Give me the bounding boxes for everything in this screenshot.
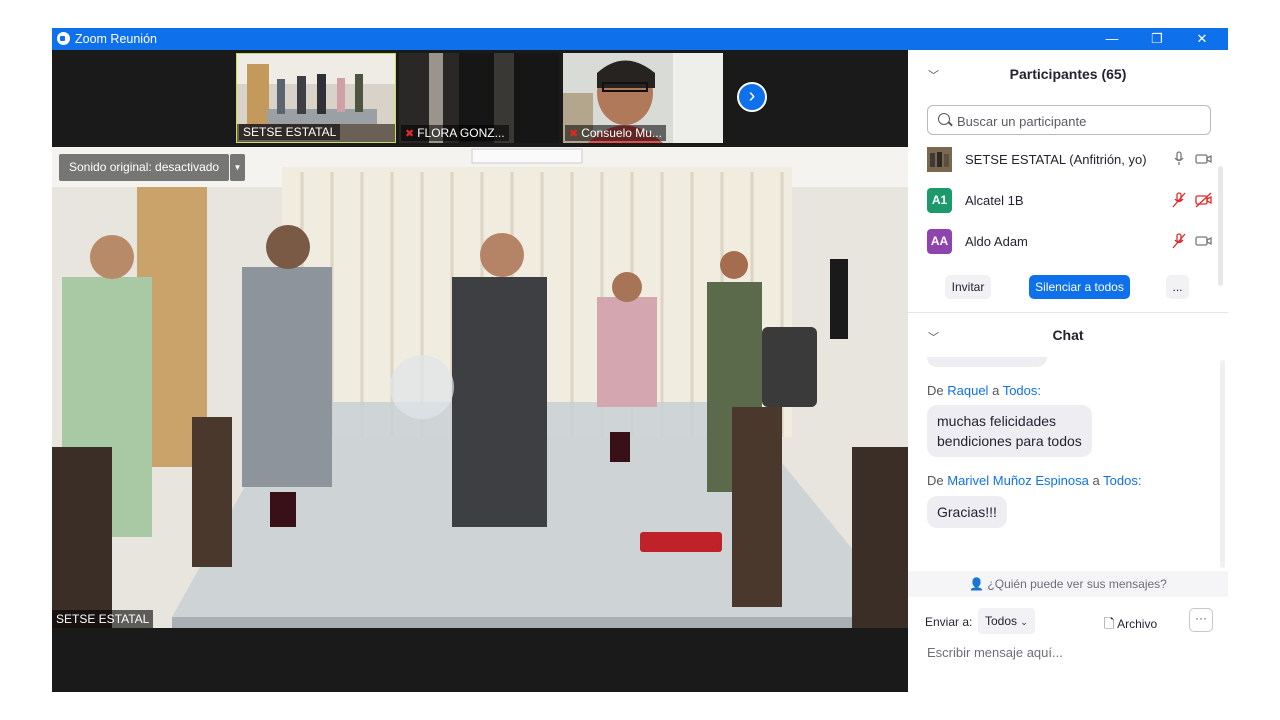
video-camera-icon[interactable] — [1195, 151, 1213, 167]
video-off-icon[interactable] — [1195, 192, 1213, 208]
video-area: SETSE ESTATAL ✖ FLORA GONZ... ✖ Consuelo… — [52, 50, 908, 692]
caret-down-icon: ▼ — [233, 163, 242, 172]
mic-muted-icon: ✖ — [569, 128, 579, 140]
gallery-strip: SETSE ESTATAL ✖ FLORA GONZ... ✖ Consuelo… — [52, 50, 908, 146]
message-recipient: Todos: — [1103, 473, 1142, 488]
participant-search-input[interactable] — [955, 110, 1199, 132]
participant-row[interactable]: SETSE ESTATAL (Anfitrión, yo) — [908, 139, 1228, 179]
message-sender[interactable]: Marivel Muñoz Espinosa — [947, 473, 1089, 488]
invite-button[interactable]: Invitar — [945, 275, 991, 299]
restore-button[interactable]: ❐ — [1134, 28, 1180, 50]
active-speaker-video: Sonido original: desactivado ▼ SETSE EST… — [52, 147, 908, 628]
chat-more-button[interactable]: ··· — [1189, 608, 1213, 632]
file-button[interactable]: 🗋 Archivo — [1104, 615, 1157, 637]
microphone-muted-icon[interactable] — [1170, 233, 1188, 249]
close-button[interactable]: ✕ — [1179, 28, 1225, 50]
mute-all-button[interactable]: Silenciar a todos — [1029, 275, 1130, 299]
participants-scrollbar[interactable] — [1218, 166, 1223, 286]
microphone-muted-icon[interactable] — [1170, 192, 1188, 208]
minimize-button[interactable]: — — [1089, 28, 1135, 50]
video-camera-icon[interactable] — [1195, 233, 1213, 249]
file-icon: 🗋 — [1104, 616, 1115, 631]
message-sender[interactable]: Raquel — [947, 383, 988, 398]
chat-bubble: muchas felicidades bendiciones para todo… — [927, 405, 1092, 457]
avatar: AA — [927, 229, 952, 254]
participant-row[interactable]: AA Aldo Adam — [908, 221, 1228, 261]
next-page-button[interactable]: › — [737, 82, 767, 112]
message-header: De Raquel a Todos: — [927, 383, 1042, 398]
recipient-dropdown[interactable]: Todos ⌄ — [978, 608, 1035, 634]
avatar: A1 — [927, 188, 952, 213]
microphone-icon[interactable] — [1170, 151, 1188, 167]
chat-messages: De Raquel a Todos: muchas felicidades be… — [908, 357, 1228, 567]
thumbnail-label: ✖ Consuelo Mu... — [565, 125, 666, 141]
participant-name: Aldo Adam — [965, 234, 1028, 249]
participant-name: SETSE ESTATAL (Anfitrión, yo) — [965, 152, 1147, 167]
title-bar: Zoom Reunión — ❐ ✕ — [52, 28, 1228, 50]
thumbnail-label: SETSE ESTATAL — [239, 124, 341, 140]
search-icon — [938, 113, 950, 125]
chevron-right-icon: › — [748, 85, 756, 107]
who-can-see-messages[interactable]: 👤 ¿Quién puede ver sus mensajes? — [908, 571, 1228, 597]
chevron-down-icon: ⌄ — [1020, 617, 1028, 627]
participant-search[interactable] — [927, 105, 1211, 135]
zoom-logo-icon — [57, 32, 70, 45]
chat-scrollbar[interactable] — [1220, 360, 1225, 568]
original-sound-dropdown[interactable]: ▼ — [230, 154, 245, 181]
mic-muted-icon: ✖ — [405, 128, 415, 140]
avatar-photo — [927, 147, 952, 172]
speaker-name-label: SETSE ESTATAL — [52, 610, 154, 628]
speaker-video-frame — [52, 147, 908, 628]
original-sound-toggle[interactable]: Sonido original: desactivado — [59, 154, 230, 181]
chat-title: Chat — [1052, 327, 1084, 343]
window-title: Zoom Reunión — [75, 32, 157, 46]
participants-more-button[interactable]: ... — [1166, 275, 1189, 299]
video-thumbnail[interactable]: ✖ FLORA GONZ... — [399, 53, 559, 143]
video-thumbnail[interactable]: ✖ Consuelo Mu... — [563, 53, 723, 143]
avatar — [927, 147, 952, 172]
message-header: De Marivel Muñoz Espinosa a Todos: — [927, 473, 1142, 488]
chat-bubble-partial — [927, 357, 1047, 367]
message-recipient: Todos: — [1002, 383, 1042, 398]
zoom-window: Zoom Reunión — ❐ ✕ SETSE ESTATAL ✖ FLORA… — [52, 28, 1228, 692]
chat-message-input[interactable] — [925, 641, 1219, 663]
thumbnail-label: ✖ FLORA GONZ... — [401, 125, 509, 141]
send-to-label: Enviar a: — [925, 615, 973, 629]
person-lock-icon: 👤 — [969, 577, 985, 591]
section-divider — [908, 312, 1228, 313]
video-thumbnail[interactable]: SETSE ESTATAL — [236, 53, 396, 143]
chat-bubble: Gracias!!! — [927, 496, 1007, 528]
side-panel: ﹀ Participantes (65) SETSE ESTATAL (Anfi… — [908, 50, 1228, 692]
participants-title: Participantes (65) — [1009, 66, 1127, 82]
participant-name: Alcatel 1B — [965, 193, 1024, 208]
participant-row[interactable]: A1 Alcatel 1B — [908, 180, 1228, 220]
